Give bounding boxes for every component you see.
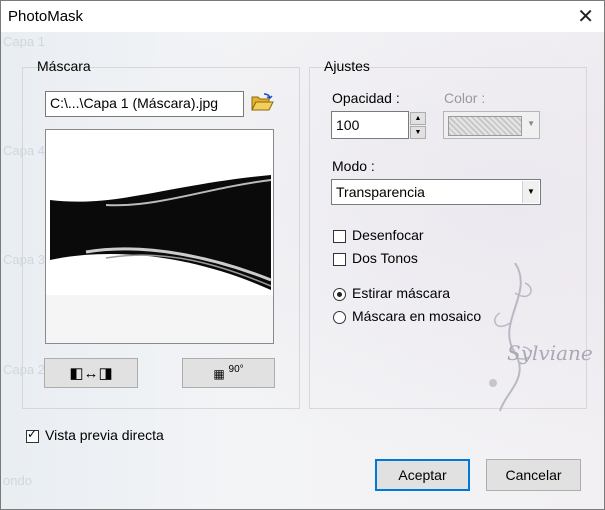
settings-group-label: Ajustes [324, 58, 370, 74]
ghost-label: ondo [3, 473, 32, 488]
mask-group-label: Máscara [37, 58, 91, 74]
two-tones-checkbox[interactable] [333, 253, 346, 266]
stepper-up-icon[interactable]: ▲ [410, 112, 426, 125]
stepper-down-icon[interactable]: ▼ [410, 126, 426, 139]
live-preview-label[interactable]: Vista previa directa [45, 427, 164, 443]
color-picker[interactable]: ▼ [443, 111, 540, 139]
rotate-icon: ▦ [213, 367, 225, 381]
tile-mask-label[interactable]: Máscara en mosaico [352, 308, 481, 324]
mode-label: Modo : [332, 158, 375, 174]
check-icon: ✓ [27, 427, 38, 441]
close-icon[interactable]: ✕ [577, 4, 594, 29]
blur-checkbox[interactable] [333, 230, 346, 243]
blur-label[interactable]: Desenfocar [352, 227, 424, 243]
invert-icon: ◧↔◨ [69, 365, 113, 382]
opacity-stepper[interactable]: ▲ ▼ [410, 112, 426, 140]
stretch-mask-radio[interactable] [333, 288, 346, 301]
ghost-label: Capa 1 [3, 34, 45, 49]
mode-select[interactable]: Transparencia ▼ [331, 179, 541, 205]
photomask-dialog: Capa 1 Capa 4 Capa 3 Capa 2 ondo PhotoMa… [0, 0, 605, 510]
stretch-mask-label[interactable]: Estirar máscara [352, 285, 450, 301]
mask-preview [45, 129, 274, 344]
color-label: Color : [444, 90, 486, 106]
chevron-down-icon: ▼ [527, 119, 535, 128]
cancel-button[interactable]: Cancelar [486, 459, 581, 491]
open-folder-icon[interactable] [250, 92, 274, 114]
watermark-text: Sylviane [507, 341, 593, 365]
two-tones-label[interactable]: Dos Tonos [352, 250, 418, 266]
window-title: PhotoMask [8, 8, 84, 25]
title-bar: PhotoMask ✕ [1, 1, 604, 32]
accept-button[interactable]: Aceptar [375, 459, 470, 491]
watermark: Sylviane [475, 262, 605, 413]
opacity-input[interactable]: 100 [331, 111, 409, 139]
live-preview-checkbox[interactable]: ✓ [26, 427, 39, 443]
rotate-angle-label: 90° [228, 364, 244, 375]
opacity-label: Opacidad : [332, 90, 400, 106]
invert-mask-button[interactable]: ◧↔◨ [44, 358, 138, 388]
rotate-mask-button[interactable]: ▦ 90° [182, 358, 275, 388]
mask-file-path[interactable]: C:\...\Capa 1 (Máscara).jpg [45, 91, 244, 117]
tile-mask-radio[interactable] [333, 311, 346, 324]
color-swatch [448, 116, 522, 136]
chevron-down-icon[interactable]: ▼ [522, 181, 539, 203]
mode-value: Transparencia [336, 184, 425, 200]
